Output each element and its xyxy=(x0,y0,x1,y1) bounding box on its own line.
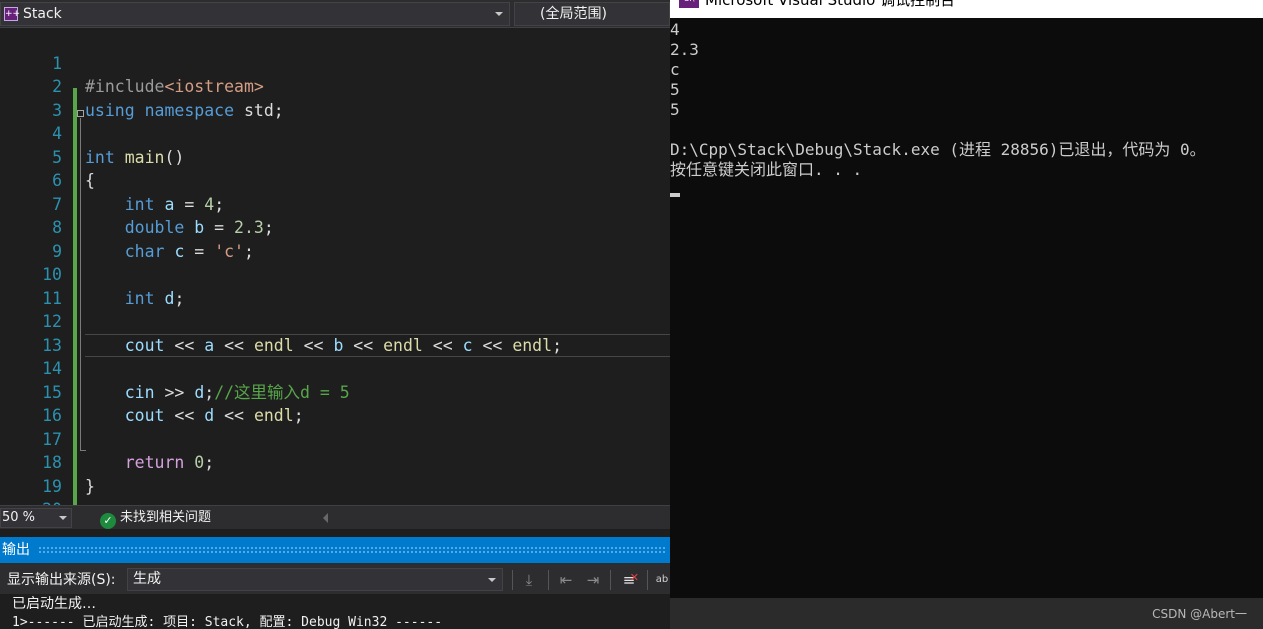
code-line-13[interactable]: 13 xyxy=(0,310,670,355)
code-line-7[interactable]: 7 double b = 2.3; xyxy=(0,169,670,238)
code-line-2[interactable]: 2 using namespace std; xyxy=(0,52,670,120)
cpp-project-icon: ++ xyxy=(4,7,21,21)
output-panel-title-bar[interactable]: 输出 xyxy=(0,537,670,563)
line-number: 20 xyxy=(0,498,62,505)
code-line-11[interactable]: 11 xyxy=(0,263,670,308)
zoom-level: 50 % xyxy=(2,510,36,525)
scope-selector[interactable]: (全局范围) xyxy=(514,2,670,26)
output-panel: 输出 显示输出来源(S): 生成 ⤓ ⇤ ⇥ ≡ ✕ ab 已启动生成… 1>--… xyxy=(0,537,670,629)
console-line: 按任意键关闭此窗口. . . xyxy=(670,160,863,179)
console-line: 4 xyxy=(670,20,680,39)
toolbar-separator xyxy=(610,570,611,590)
code-line-3[interactable]: 3 xyxy=(0,75,670,120)
console-line: c xyxy=(670,60,680,79)
toolbar-separator xyxy=(548,570,549,590)
watermark: CSDN @Abert一 xyxy=(1152,607,1247,621)
code-line-18[interactable]: 18 } xyxy=(0,428,670,496)
debug-console-window[interactable]: C:\ Microsoft Visual Studio 调试控制台 4 2.3 … xyxy=(670,0,1263,598)
code-line-15[interactable]: 15 cout << d << endl; xyxy=(0,357,670,426)
output-toolbar: 显示输出来源(S): 生成 ⤓ ⇤ ⇥ ≡ ✕ ab xyxy=(0,566,670,594)
output-source-selector[interactable]: 生成 xyxy=(127,568,503,591)
code-line-5[interactable]: 5 { xyxy=(0,122,670,191)
code-line-8[interactable]: 8 char c = 'c'; xyxy=(0,193,670,261)
code-line-4[interactable]: 4 int main() xyxy=(0,99,670,167)
title-bar-grip xyxy=(38,546,666,554)
chevron-down-icon[interactable] xyxy=(59,516,67,520)
code-line-19[interactable]: 19 xyxy=(0,451,670,496)
scroll-left-icon[interactable] xyxy=(323,513,328,523)
console-title-bar[interactable]: C:\ Microsoft Visual Studio 调试控制台 xyxy=(670,0,1263,18)
output-line: 已启动生成… xyxy=(12,596,96,612)
check-circle-icon: ✓ xyxy=(100,513,116,529)
code-line-17[interactable]: 17 return 0; xyxy=(0,404,670,473)
console-title: Microsoft Visual Studio 调试控制台 xyxy=(705,0,956,9)
console-line: 5 xyxy=(670,80,680,99)
code-area[interactable]: 1 #include<iostream> 2 using namespace s… xyxy=(0,28,670,505)
code-line-20[interactable]: 20 xyxy=(0,475,670,505)
zoom-selector[interactable]: 50 % xyxy=(0,508,72,528)
output-text-area[interactable]: 已启动生成… 1>------ 已启动生成: 项目: Stack, 配置: De… xyxy=(0,594,670,629)
project-selector-label: Stack xyxy=(23,6,62,22)
code-line-16[interactable]: 16 xyxy=(0,381,670,425)
issues-status-text: 未找到相关问题 xyxy=(120,510,212,525)
console-line: 5 xyxy=(670,100,680,119)
toolbar-separator xyxy=(647,570,648,590)
chevron-down-icon[interactable] xyxy=(488,578,496,582)
code-line-1[interactable]: 1 #include<iostream> xyxy=(0,28,670,97)
toolbar-separator xyxy=(512,570,513,590)
project-selector[interactable]: ++ Stack xyxy=(0,2,510,26)
console-line: D:\Cpp\Stack\Debug\Stack.exe (进程 28856)已… xyxy=(670,140,1206,159)
word-wrap-icon[interactable]: ab xyxy=(652,570,672,590)
previous-message-icon[interactable]: ⇤ xyxy=(556,570,576,590)
console-output[interactable]: 4 2.3 c 5 5 D:\Cpp\Stack\Debug\Stack.exe… xyxy=(670,20,1263,180)
output-panel-title: 输出 xyxy=(2,542,30,558)
output-line: 1>------ 已启动生成: 项目: Stack, 配置: Debug Win… xyxy=(12,615,443,629)
code-line-6[interactable]: 6 int a = 4; xyxy=(0,146,670,214)
issues-indicator[interactable]: ✓ 未找到相关问题 xyxy=(100,509,211,529)
page-footer: CSDN @Abert一 xyxy=(670,598,1263,629)
chevron-down-icon[interactable] xyxy=(495,12,503,16)
console-line: 2.3 xyxy=(670,40,699,59)
code-line-10[interactable]: 10 int d; xyxy=(0,240,670,308)
scope-selector-label: (全局范围) xyxy=(540,6,607,22)
code-editor[interactable]: ++ Stack (全局范围) 1 #include<iostream> 2 u… xyxy=(0,0,670,537)
output-source-label: 显示输出来源(S): xyxy=(7,572,116,588)
visual-studio-icon: C:\ xyxy=(679,0,699,8)
navigation-bar: ++ Stack (全局范围) xyxy=(0,0,670,28)
editor-status-bar: 50 % ✓ 未找到相关问题 xyxy=(0,505,670,529)
code-line-14[interactable]: 14 cin >> d;//这里输入d = 5 xyxy=(0,334,670,402)
next-message-icon[interactable]: ⇥ xyxy=(583,570,603,590)
go-to-location-icon[interactable]: ⤓ xyxy=(519,570,539,590)
code-line-12[interactable]: 12 cout << a << endl << b << endl << c <… xyxy=(0,287,670,355)
console-cursor xyxy=(670,193,680,197)
clear-all-icon[interactable]: ≡ ✕ xyxy=(619,570,639,590)
output-source-value: 生成 xyxy=(133,571,161,587)
code-line-9[interactable]: 9 xyxy=(0,216,670,261)
